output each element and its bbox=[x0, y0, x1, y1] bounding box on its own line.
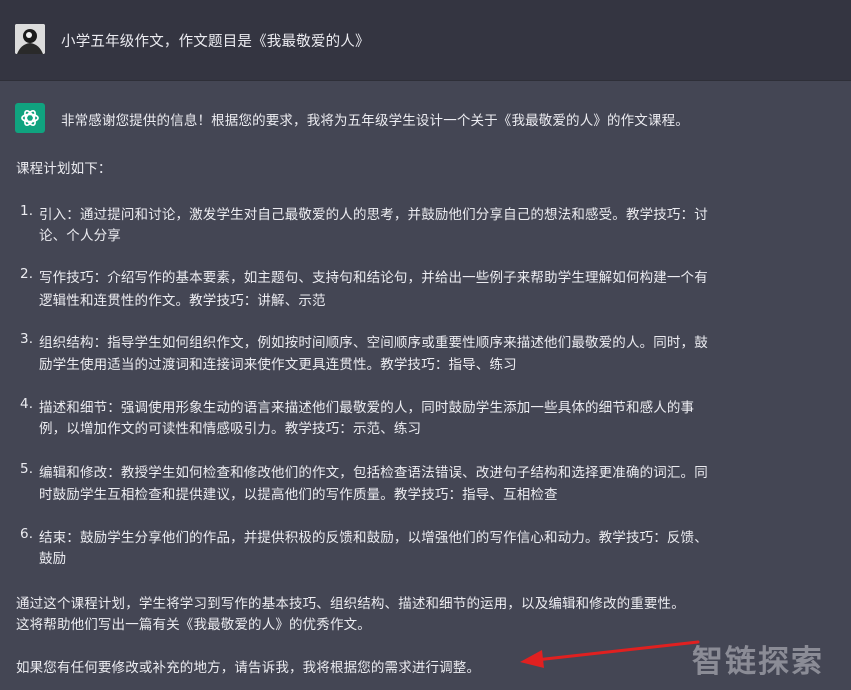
chatgpt-logo-icon bbox=[15, 103, 45, 133]
item-line: 写作技巧：介绍写作的基本要素，如主题句、支持句和结论句，并给出一些例子来帮助学生… bbox=[39, 270, 708, 286]
item-number: 2. bbox=[20, 266, 34, 282]
item-line: 例，以增加作文的可读性和情感吸引力。教学技巧：示范、练习 bbox=[39, 421, 422, 437]
item-line: 逻辑性和连贯性的作文。教学技巧：讲解、示范 bbox=[39, 293, 326, 309]
item-line: 组织结构：指导学生如何组织作文，例如按时间顺序、空间顺序或重要性顺序来描述他们最… bbox=[39, 335, 708, 351]
red-arrow-icon bbox=[520, 640, 700, 668]
item-number: 5. bbox=[20, 461, 34, 477]
item-number: 6. bbox=[20, 526, 34, 542]
watermark-text: 智链探索 bbox=[692, 644, 824, 680]
item-number: 3. bbox=[20, 331, 34, 347]
closing-text: 如果您有任何要修改或补充的地方，请告诉我，我将根据您的需求进行调整。 bbox=[16, 660, 481, 676]
item-line: 引入：通过提问和讨论，激发学生对自己最敬爱的人的思考，并鼓励他们分享自己的想法和… bbox=[39, 207, 708, 223]
user-avatar-icon bbox=[15, 24, 45, 54]
item-line: 结束：鼓励学生分享他们的作品，并提供积极的反馈和鼓励，以增强他们的写作信心和动力… bbox=[39, 530, 708, 546]
item-line: 论、个人分享 bbox=[39, 228, 121, 244]
item-line: 鼓励 bbox=[39, 551, 67, 567]
item-number: 1. bbox=[20, 203, 34, 219]
item-number: 4. bbox=[20, 396, 34, 412]
plan-heading: 课程计划如下： bbox=[16, 161, 112, 177]
summary-line-2: 这将帮助他们写出一篇有关《我最敬爱的人》的优秀作文。 bbox=[16, 617, 371, 633]
item-line: 时鼓励学生互相检查和提供建议，以提高他们的写作质量。教学技巧：指导、互相检查 bbox=[39, 487, 558, 503]
item-line: 编辑和修改：教授学生如何检查和修改他们的作文，包括检查语法错误、改进句子结构和选… bbox=[39, 465, 708, 481]
user-message-row: 小学五年级作文，作文题目是《我最敬爱的人》 bbox=[0, 0, 851, 81]
item-line: 励学生使用适当的过渡词和连接词来使作文更具连贯性。教学技巧：指导、练习 bbox=[39, 357, 517, 373]
item-line: 描述和细节：强调使用形象生动的语言来描述他们最敬爱的人，同时鼓励学生添加一些具体… bbox=[39, 400, 695, 416]
user-message-text: 小学五年级作文，作文题目是《我最敬爱的人》 bbox=[61, 34, 370, 50]
summary-line-1: 通过这个课程计划，学生将学习到写作的基本技巧、组织结构、描述和细节的运用，以及编… bbox=[16, 596, 685, 612]
assistant-intro: 非常感谢您提供的信息！根据您的要求，我将为五年级学生设计一个关于《我最敬爱的人》… bbox=[61, 113, 689, 129]
